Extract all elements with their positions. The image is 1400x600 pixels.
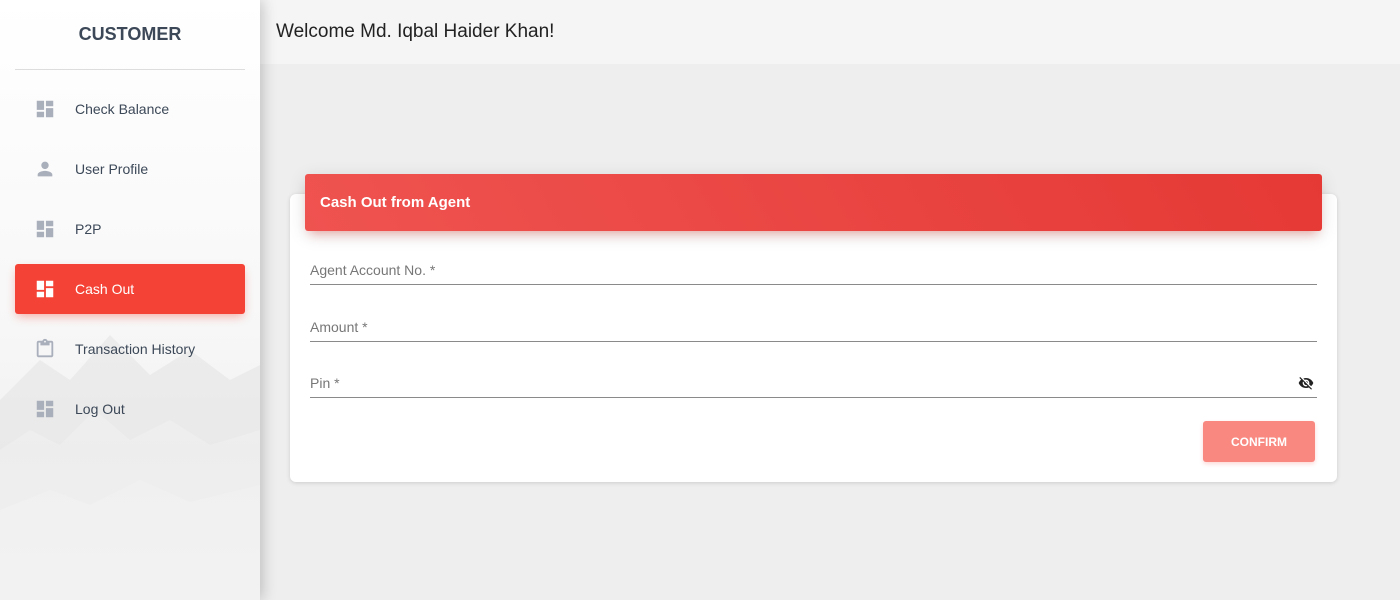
dashboard-icon (33, 97, 57, 121)
confirm-button[interactable]: CONFIRM (1203, 421, 1315, 462)
sidebar-item-check-balance[interactable]: Check Balance (15, 84, 245, 134)
sidebar-item-cash-out[interactable]: Cash Out (15, 264, 245, 314)
top-bar: Welcome Md. Iqbal Haider Khan! (260, 0, 1400, 64)
dashboard-icon (33, 397, 57, 421)
agent-account-label: Agent Account No. * (310, 262, 436, 278)
sidebar-item-label: Log Out (75, 401, 125, 417)
sidebar-item-transaction-history[interactable]: Transaction History (15, 324, 245, 374)
sidebar-item-label: User Profile (75, 161, 149, 177)
cash-out-card: Cash Out from Agent Agent Account No. * … (290, 174, 1337, 482)
sidebar-item-user-profile[interactable]: User Profile (15, 144, 245, 194)
sidebar-item-log-out[interactable]: Log Out (15, 384, 245, 434)
pin-label: Pin * (310, 375, 340, 391)
card-title: Cash Out from Agent (320, 194, 471, 211)
card-header: Cash Out from Agent (305, 174, 1322, 231)
agent-account-field[interactable]: Agent Account No. * (310, 245, 1317, 285)
dashboard-icon (33, 277, 57, 301)
amount-field[interactable]: Amount * (310, 302, 1317, 342)
person-icon (33, 157, 57, 181)
amount-label: Amount * (310, 319, 368, 335)
sidebar-item-label: Check Balance (75, 101, 170, 117)
sidebar-item-label: P2P (75, 221, 102, 237)
sidebar-item-p2p[interactable]: P2P (15, 204, 245, 254)
visibility-off-icon[interactable] (1298, 375, 1314, 391)
sidebar: CUSTOMER Check Balance User Profile P2P … (0, 0, 260, 600)
dashboard-icon (33, 217, 57, 241)
sidebar-item-label: Cash Out (75, 281, 135, 297)
sidebar-item-label: Transaction History (75, 341, 196, 357)
welcome-message: Welcome Md. Iqbal Haider Khan! (276, 21, 555, 42)
pin-field[interactable]: Pin * (310, 358, 1317, 398)
sidebar-brand: CUSTOMER (15, 0, 245, 70)
clipboard-icon (33, 337, 57, 361)
sidebar-nav: Check Balance User Profile P2P Cash Out (0, 84, 260, 434)
